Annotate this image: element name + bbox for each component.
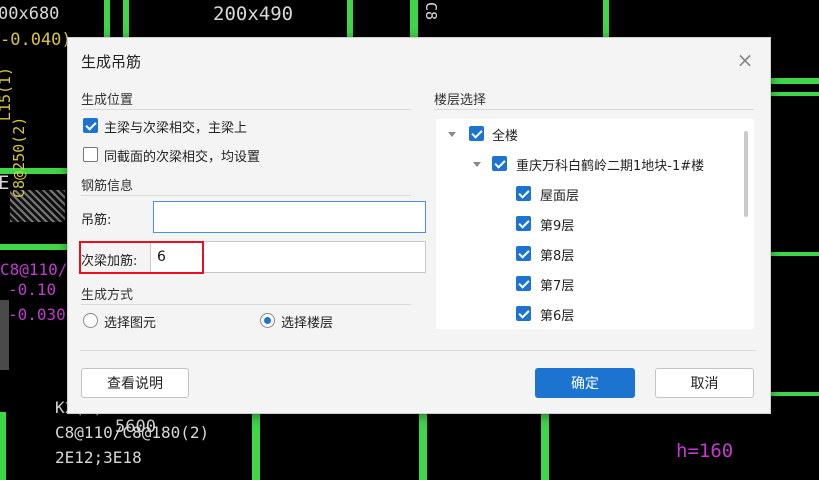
cad-label: L15(1) xyxy=(0,66,15,122)
cad-label: 2E12;3E18 xyxy=(55,448,142,467)
floor-checkbox-8[interactable] xyxy=(516,246,531,261)
cad-label: -0.030 xyxy=(8,305,66,324)
floor-checkbox-6[interactable] xyxy=(516,306,531,321)
cad-label: 00x680 xyxy=(0,4,60,24)
method-section-heading: 生成方式 xyxy=(81,284,412,305)
select-floor-label: 选择楼层 xyxy=(281,316,334,331)
select-element-radio[interactable] xyxy=(83,313,98,328)
floor-section-heading: 楼层选择 xyxy=(434,89,755,110)
floor-label: 第6层 xyxy=(540,309,575,324)
hanger-input[interactable] xyxy=(153,201,426,233)
cad-label: E xyxy=(0,172,10,194)
rebar-section-heading: 钢筋信息 xyxy=(81,175,412,196)
floor-label: 第9层 xyxy=(540,219,575,234)
cad-label: C8@250(2) xyxy=(10,116,28,198)
cad-label: 200x490 xyxy=(213,3,294,25)
building-label: 重庆万科白鹤岭二期1地块-1#楼 xyxy=(516,159,705,174)
whole-building-checkbox[interactable] xyxy=(469,126,484,141)
hanger-label: 吊筋: xyxy=(81,213,112,228)
cad-label: 5600 xyxy=(115,417,156,437)
floor-label: 第7层 xyxy=(540,279,575,294)
floor-checkbox-roof[interactable] xyxy=(516,186,531,201)
select-floor-radio[interactable] xyxy=(260,313,275,328)
ok-button[interactable]: 确定 xyxy=(535,368,635,398)
cad-label: C8 xyxy=(422,1,441,21)
tree-scrollbar[interactable] xyxy=(744,131,748,217)
same-section-option-label: 同截面的次梁相交，均设置 xyxy=(104,150,261,165)
cad-label: -0.040) xyxy=(0,30,72,50)
building-checkbox[interactable] xyxy=(492,156,507,171)
cancel-button[interactable]: 取消 xyxy=(655,368,754,398)
generate-hanger-rebar-dialog: 生成吊筋 × 生成位置 主梁与次梁相交，主梁上 同截面的次梁相交，均设置 钢筋信… xyxy=(67,37,771,414)
help-button[interactable]: 查看说明 xyxy=(81,368,189,398)
select-element-label: 选择图元 xyxy=(104,316,157,331)
main-beam-checkbox[interactable] xyxy=(83,118,98,133)
floor-label: 第8层 xyxy=(540,249,575,264)
chevron-down-icon[interactable] xyxy=(448,132,456,137)
whole-building-label: 全楼 xyxy=(492,129,519,144)
cad-label: C8@110/ xyxy=(0,260,68,279)
floor-checkbox-7[interactable] xyxy=(516,276,531,291)
divider xyxy=(80,350,756,351)
floor-tree: 全楼 重庆万科白鹤岭二期1地块-1#楼 屋面层 第9层 第8层 第7层 第6层 xyxy=(436,119,754,329)
dialog-title: 生成吊筋 xyxy=(81,53,142,71)
cad-label: -0.10 xyxy=(8,280,57,299)
same-section-checkbox[interactable] xyxy=(83,147,98,162)
main-beam-option-label: 主梁与次梁相交，主梁上 xyxy=(104,121,248,136)
floor-label: 屋面层 xyxy=(540,189,580,204)
position-section-heading: 生成位置 xyxy=(81,89,412,110)
close-icon[interactable]: × xyxy=(736,50,754,70)
highlight-annotation xyxy=(79,241,204,274)
cad-label: h=160 xyxy=(676,440,734,462)
chevron-down-icon[interactable] xyxy=(473,162,481,167)
floor-checkbox-9[interactable] xyxy=(516,216,531,231)
